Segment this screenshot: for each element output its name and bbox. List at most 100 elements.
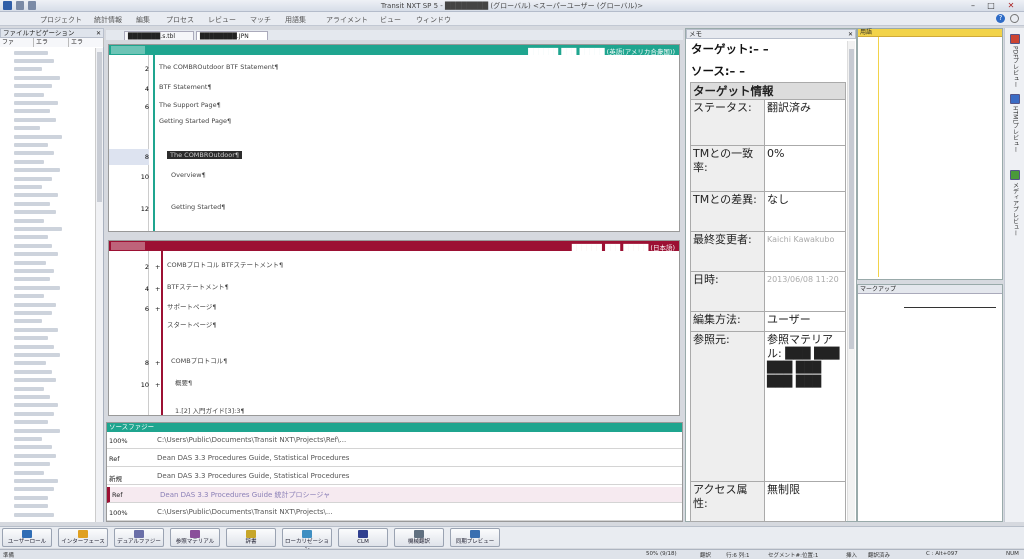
file-tree-item[interactable]: [14, 100, 58, 106]
file-tree-item[interactable]: [14, 436, 42, 442]
file-tree-item[interactable]: [14, 294, 44, 300]
scrollbar-thumb[interactable]: [849, 49, 854, 349]
doc-tab-1[interactable]: ███████.s.tbl: [124, 31, 194, 40]
file-tree-item[interactable]: [14, 117, 56, 123]
close-button[interactable]: ✕: [1004, 1, 1018, 11]
file-tree-item[interactable]: [14, 369, 52, 375]
menu-window[interactable]: ウィンドウ: [416, 15, 451, 25]
file-tree-item[interactable]: [14, 84, 52, 90]
tab-files[interactable]: ファ: [0, 38, 34, 47]
file-tree-item[interactable]: [14, 151, 54, 157]
menu-edit[interactable]: 編集: [136, 15, 150, 25]
menu-alignment[interactable]: アライメント: [326, 15, 368, 25]
file-tree-item[interactable]: [14, 302, 56, 308]
menu-review[interactable]: レビュー: [208, 15, 236, 25]
file-tree[interactable]: [0, 48, 96, 522]
tab-errors-1[interactable]: エラ: [34, 38, 69, 47]
sync-preview-button[interactable]: 同期プレビュー: [450, 528, 500, 547]
file-tree-item[interactable]: [14, 67, 42, 73]
file-tree-item[interactable]: [14, 193, 58, 199]
file-tree-item[interactable]: [14, 512, 54, 518]
fuzzy-match-row[interactable]: 新規 Dean DAS 3.3 Procedures Guide, Statist…: [107, 469, 682, 485]
dictionary-button[interactable]: 辞書: [226, 528, 276, 547]
file-tree-item[interactable]: [14, 142, 48, 148]
file-tree-item[interactable]: [14, 495, 48, 501]
minimize-button[interactable]: –: [966, 1, 980, 11]
file-tree-item[interactable]: [14, 504, 48, 510]
file-tree-item[interactable]: [14, 210, 56, 216]
fuzzy-match-row[interactable]: Ref Dean DAS 3.3 Procedures Guide 統計プロシージ…: [107, 487, 682, 503]
fuzzy-match-row[interactable]: 100% C:\Users\Public\Documents\Transit NX…: [107, 433, 682, 449]
source-segment-text[interactable]: Overview¶: [171, 171, 206, 179]
machine-translation-button[interactable]: 機械翻訳: [394, 528, 444, 547]
localization-button[interactable]: ローカリゼーション: [282, 528, 332, 553]
file-tree-item[interactable]: [14, 327, 58, 333]
file-tree-item[interactable]: [14, 58, 54, 64]
menu-statistics[interactable]: 統計情報: [94, 15, 122, 25]
file-tree-item[interactable]: [14, 336, 48, 342]
file-tree-item[interactable]: [14, 386, 44, 392]
target-segment-text[interactable]: スタートページ¶: [167, 321, 217, 329]
file-tree-scrollbar[interactable]: [95, 48, 103, 522]
file-tree-item[interactable]: [14, 470, 44, 476]
target-segment-text[interactable]: COMBプロトコル¶: [171, 357, 227, 365]
file-tree-item[interactable]: [14, 445, 52, 451]
file-tree-item[interactable]: [14, 134, 62, 140]
menu-process[interactable]: プロセス: [166, 15, 194, 25]
file-tree-item[interactable]: [14, 268, 54, 274]
file-tree-item[interactable]: [14, 226, 62, 232]
menu-match[interactable]: マッチ: [250, 15, 271, 25]
file-tree-item[interactable]: [14, 394, 50, 400]
menu-glossary[interactable]: 用語集: [285, 15, 306, 25]
source-segment-text[interactable]: BTF Statement¶: [159, 83, 212, 91]
user-role-button[interactable]: ユーザーロール: [2, 528, 52, 547]
file-tree-item[interactable]: [14, 176, 52, 182]
media-preview-button[interactable]: メディアプレビュー: [1007, 170, 1023, 238]
file-tree-item[interactable]: [14, 235, 48, 241]
file-tree-item[interactable]: [14, 478, 58, 484]
pdf-preview-button[interactable]: PDFプレビュー: [1007, 34, 1023, 90]
source-segment-text[interactable]: Getting Started Page¶: [159, 117, 231, 125]
target-segment-text[interactable]: BTFステートメント¶: [167, 283, 229, 291]
source-segment-text[interactable]: The COMBROutdoor BTF Statement¶: [159, 63, 279, 71]
target-editor[interactable]: ██████_███_█████ (日本語) 2 + COMBプロトコル BTFステ…: [108, 240, 680, 416]
file-tree-item[interactable]: [14, 260, 46, 266]
scrollbar-thumb[interactable]: [97, 52, 102, 202]
file-tree-item[interactable]: [14, 218, 44, 224]
settings-icon[interactable]: [1010, 14, 1019, 23]
clm-button[interactable]: CLM: [338, 528, 388, 547]
doc-tab-2[interactable]: ████████.JPN: [196, 31, 268, 40]
file-tree-item[interactable]: [14, 277, 50, 283]
file-tree-item[interactable]: [14, 201, 50, 207]
source-segment-text[interactable]: The Support Page¶: [159, 101, 221, 109]
file-tree-item[interactable]: [14, 75, 60, 81]
source-segment-text[interactable]: The COMBROutdoor¶: [167, 151, 243, 159]
file-tree-item[interactable]: [14, 109, 50, 115]
fuzzy-match-row[interactable]: 100% C:\Users\Public\Documents\Transit NX…: [107, 505, 682, 521]
file-tree-item[interactable]: [14, 462, 50, 468]
file-tree-item[interactable]: [14, 159, 44, 165]
file-tree-item[interactable]: [14, 453, 56, 459]
file-tree-item[interactable]: [14, 168, 60, 174]
dual-fuzzy-button[interactable]: デュアルファジー: [114, 528, 164, 547]
html-preview-button[interactable]: HTMLプレビュー: [1007, 94, 1023, 155]
file-tree-item[interactable]: [14, 252, 58, 258]
file-tree-item[interactable]: [14, 487, 54, 493]
menu-project[interactable]: プロジェクト: [40, 15, 82, 25]
fuzzy-match-row[interactable]: Ref Dean DAS 3.3 Procedures Guide, Statis…: [107, 451, 682, 467]
pin-icon[interactable]: ✕: [848, 30, 853, 39]
file-tree-item[interactable]: [14, 310, 52, 316]
pin-icon[interactable]: ✕: [96, 29, 101, 38]
file-tree-item[interactable]: [14, 319, 42, 325]
file-tree-item[interactable]: [14, 403, 58, 409]
file-tree-item[interactable]: [14, 352, 60, 358]
target-segment-text[interactable]: 1.[2] 入門ガイド[3]:3¶: [175, 407, 245, 415]
file-tree-item[interactable]: [14, 243, 52, 249]
help-icon[interactable]: ?: [996, 14, 1005, 23]
target-segment-text[interactable]: サポートページ¶: [167, 303, 217, 311]
file-tree-item[interactable]: [14, 50, 48, 56]
file-tree-item[interactable]: [14, 411, 54, 417]
file-tree-item[interactable]: [14, 420, 48, 426]
file-tree-item[interactable]: [14, 92, 44, 98]
file-tree-item[interactable]: [14, 184, 42, 190]
